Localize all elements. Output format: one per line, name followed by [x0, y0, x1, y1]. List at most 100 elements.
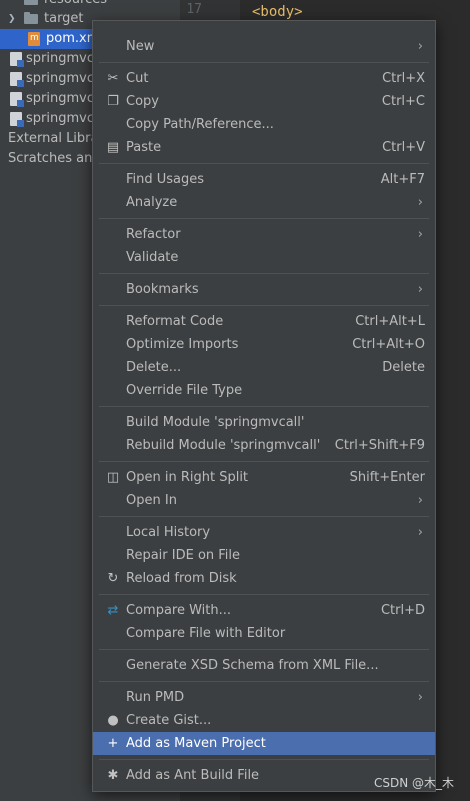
- menu-item-shortcut: Ctrl+Shift+F9: [334, 438, 425, 453]
- menu-item-shortcut: Ctrl+C: [381, 94, 425, 109]
- chevron-right-icon: ›: [417, 39, 423, 54]
- github-icon: ●: [107, 713, 119, 728]
- tree-item[interactable]: springmvc_: [0, 49, 100, 69]
- menu-item-reformat-code[interactable]: Reformat Code Ctrl+Alt+L: [93, 310, 435, 333]
- menu-item-validate[interactable]: Validate: [93, 246, 435, 269]
- compare-icon: ⇄: [107, 603, 119, 618]
- menu-separator: [99, 163, 429, 164]
- split-icon: ◫: [106, 470, 120, 485]
- menu-separator: [99, 273, 429, 274]
- menu-item-label: Open in Right Split: [126, 470, 249, 485]
- menu-item-label: Validate: [126, 250, 179, 265]
- menu-separator: [99, 759, 429, 760]
- menu-item-reload-from-disk[interactable]: ↻ Reload from Disk: [93, 567, 435, 590]
- menu-item-label: Open In: [126, 493, 177, 508]
- menu-item-compare-file-with-editor[interactable]: Compare File with Editor: [93, 622, 435, 645]
- menu-item-label: Build Module 'springmvcall': [126, 415, 305, 430]
- menu-item-label: Bookmarks: [126, 282, 199, 297]
- menu-item-label: Compare With...: [126, 603, 232, 618]
- chevron-right-icon: ›: [417, 493, 423, 508]
- menu-item-find-usages[interactable]: Find Usages Alt+F7: [93, 168, 435, 191]
- menu-item-label: Compare File with Editor: [126, 626, 286, 641]
- menu-item-shortcut: Ctrl+Alt+L: [355, 314, 425, 329]
- tree-item[interactable]: Scratches and: [0, 149, 101, 169]
- menu-item-refactor[interactable]: Refactor ›: [93, 223, 435, 246]
- menu-item-generate-xsd-schema-from-xml-file[interactable]: Generate XSD Schema from XML File...: [93, 654, 435, 677]
- line-number: 17: [186, 2, 202, 17]
- module-file-icon: [10, 112, 24, 127]
- copy-icon: ❐: [107, 94, 119, 109]
- menu-item-override-file-type[interactable]: Override File Type: [93, 379, 435, 402]
- folder-icon: [24, 0, 38, 5]
- chevron-right-icon: ›: [417, 690, 423, 705]
- tree-item[interactable]: External Librar: [0, 129, 104, 149]
- menu-item-repair-ide-on-file[interactable]: Repair IDE on File: [93, 544, 435, 567]
- code-line: <body>: [252, 4, 303, 20]
- menu-item-delete[interactable]: Delete... Delete: [93, 356, 435, 379]
- menu-separator: [99, 516, 429, 517]
- tree-item[interactable]: springmvc_: [0, 69, 100, 89]
- module-file-icon: [10, 52, 24, 67]
- tree-item-label: Scratches and: [8, 151, 101, 166]
- menu-separator: [99, 406, 429, 407]
- menu-item-label: Copy Path/Reference...: [126, 117, 274, 132]
- menu-item-label: Find Usages: [126, 172, 205, 187]
- menu-item-label: Optimize Imports: [126, 337, 239, 352]
- tree-item[interactable]: springmvcal: [0, 109, 106, 129]
- menu-item-shortcut: Ctrl+Alt+O: [352, 337, 425, 352]
- menu-item-label: Add as Ant Build File: [126, 768, 260, 783]
- menu-item-label: Repair IDE on File: [126, 548, 241, 563]
- menu-item-cut[interactable]: ✂ Cut Ctrl+X: [93, 67, 435, 90]
- menu-item-optimize-imports[interactable]: Optimize Imports Ctrl+Alt+O: [93, 333, 435, 356]
- menu-item-create-gist[interactable]: ● Create Gist...: [93, 709, 435, 732]
- tree-item-label: springmvc_: [26, 71, 101, 86]
- folder-icon: [24, 12, 38, 24]
- menu-item-add-as-maven-project[interactable]: + Add as Maven Project: [93, 732, 435, 755]
- menu-item-label: Add as Maven Project: [126, 736, 266, 751]
- menu-item-shortcut: Delete: [382, 360, 425, 375]
- menu-item-rebuild-module-springmvcall[interactable]: Rebuild Module 'springmvcall' Ctrl+Shift+…: [93, 434, 435, 457]
- menu-item-label: Cut: [126, 71, 149, 86]
- menu-item-label: Rebuild Module 'springmvcall': [126, 438, 321, 453]
- menu-item-shortcut: Alt+F7: [380, 172, 425, 187]
- menu-separator: [99, 218, 429, 219]
- chevron-right-icon: ›: [417, 525, 423, 540]
- menu-item-new[interactable]: New ›: [93, 35, 435, 58]
- ant-icon: ✱: [107, 768, 119, 783]
- menu-separator: [99, 681, 429, 682]
- menu-item-label: Analyze: [126, 195, 178, 210]
- menu-item-open-in[interactable]: Open In ›: [93, 489, 435, 512]
- menu-item-shortcut: Ctrl+X: [382, 71, 425, 86]
- menu-separator: [99, 649, 429, 650]
- module-file-icon: [10, 92, 24, 107]
- menu-item-run-pmd[interactable]: Run PMD ›: [93, 686, 435, 709]
- menu-item-label: Create Gist...: [126, 713, 212, 728]
- tree-item[interactable]: ❯ target: [0, 9, 84, 29]
- scissors-icon: ✂: [107, 71, 119, 86]
- menu-item-label: Refactor: [126, 227, 181, 242]
- menu-item-copy-path-reference[interactable]: Copy Path/Reference...: [93, 113, 435, 136]
- menu-item-label: Reformat Code: [126, 314, 224, 329]
- tree-item-label: springmvc_: [26, 51, 101, 66]
- menu-item-compare-with[interactable]: ⇄ Compare With... Ctrl+D: [93, 599, 435, 622]
- menu-item-label: Local History: [126, 525, 211, 540]
- chevron-right-icon: ›: [417, 195, 423, 210]
- menu-item-local-history[interactable]: Local History ›: [93, 521, 435, 544]
- tree-item-label: target: [44, 11, 84, 26]
- menu-item-analyze[interactable]: Analyze ›: [93, 191, 435, 214]
- chevron-right-icon: ›: [417, 282, 423, 297]
- menu-item-shortcut: Shift+Enter: [349, 470, 425, 485]
- menu-item-build-module-springmvcall[interactable]: Build Module 'springmvcall': [93, 411, 435, 434]
- menu-separator: [99, 461, 429, 462]
- menu-item-bookmarks[interactable]: Bookmarks ›: [93, 278, 435, 301]
- expand-arrow-icon[interactable]: ❯: [8, 9, 18, 29]
- tree-item[interactable]: springmvc_: [0, 89, 100, 109]
- menu-item-label: Override File Type: [126, 383, 243, 398]
- menu-item-copy[interactable]: ❐ Copy Ctrl+C: [93, 90, 435, 113]
- menu-item-label: Paste: [126, 140, 162, 155]
- menu-separator: [99, 594, 429, 595]
- menu-item-paste[interactable]: ▤ Paste Ctrl+V: [93, 136, 435, 159]
- menu-item-open-in-right-split[interactable]: ◫ Open in Right Split Shift+Enter: [93, 466, 435, 489]
- menu-item-label: Generate XSD Schema from XML File...: [126, 658, 379, 673]
- menu-separator: [99, 62, 429, 63]
